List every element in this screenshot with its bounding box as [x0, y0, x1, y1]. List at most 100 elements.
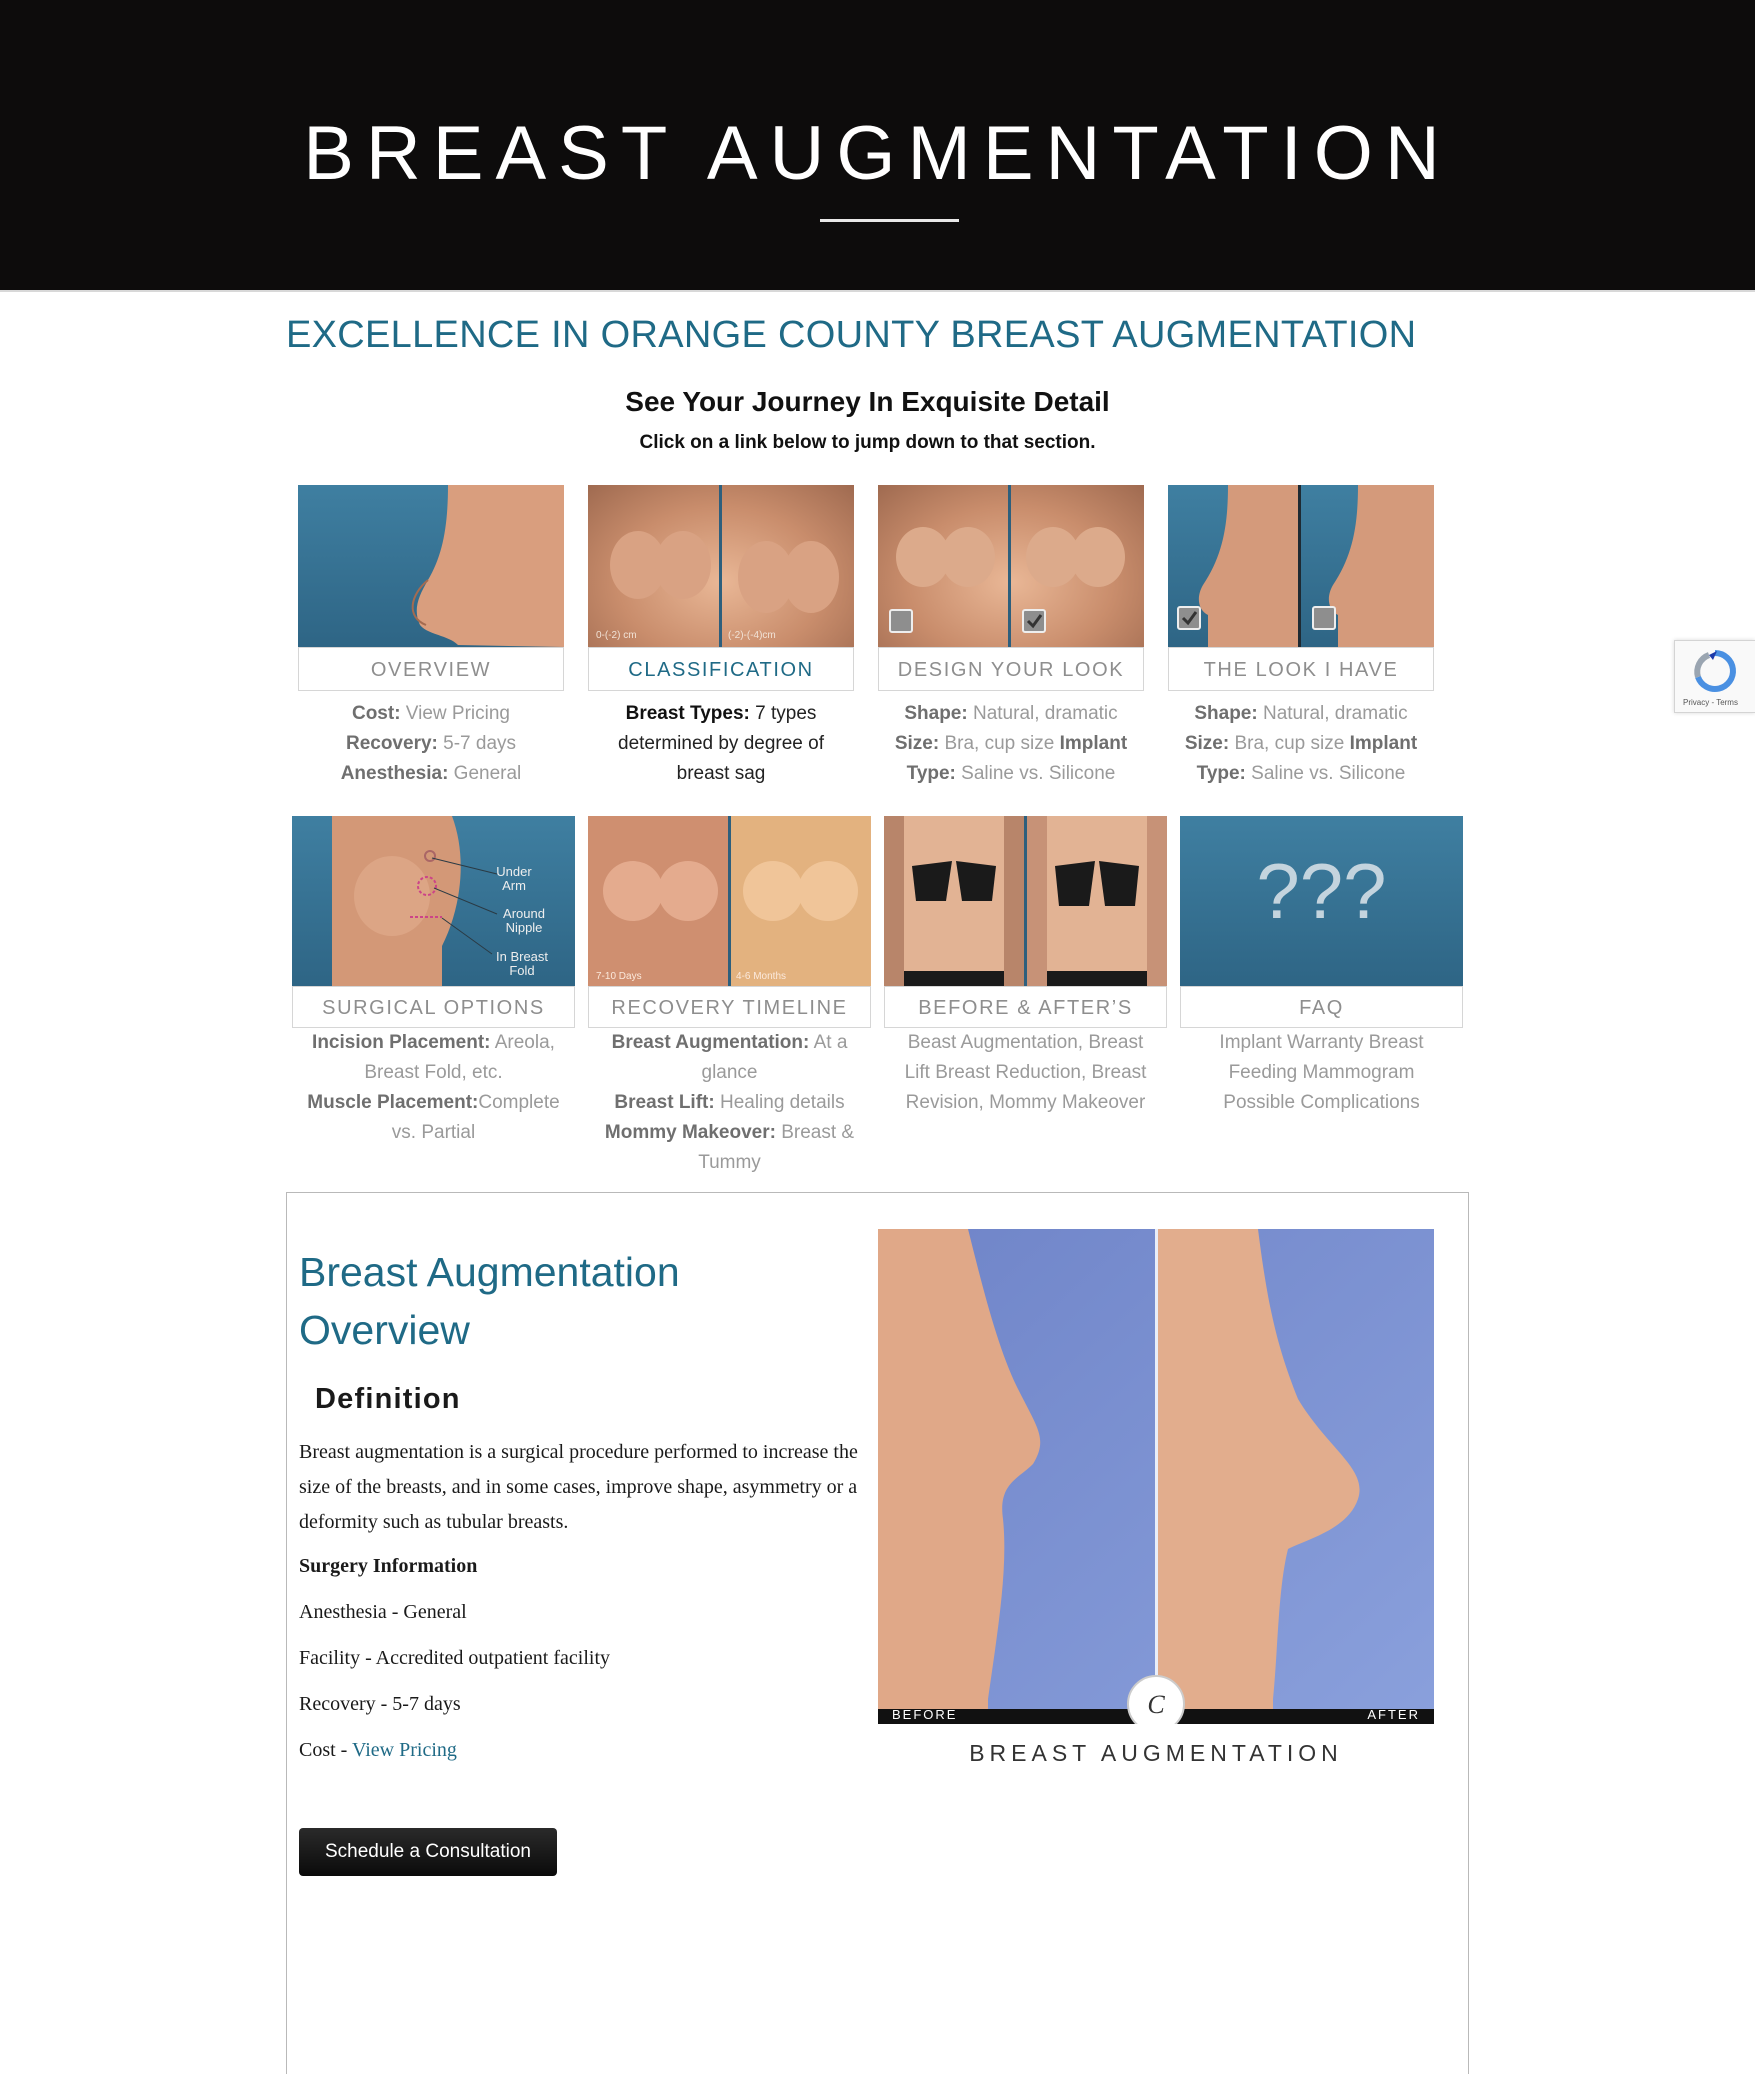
recaptcha-icon — [1694, 650, 1736, 692]
desc-value: Natural, dramatic — [1257, 703, 1408, 724]
section-heading: EXCELLENCE IN ORANGE COUNTY BREAST AUGME… — [286, 314, 1417, 356]
before-after-photo: BEFORE AFTER C — [878, 1229, 1434, 1724]
desc-key: Type: — [1196, 763, 1246, 784]
recovery-thumbnail[interactable]: 7-10 Days 4-6 Months — [588, 816, 871, 986]
card-desc-before-after: Beast Augmentation, Breast Lift Breast R… — [874, 1028, 1177, 1118]
desc-key: Muscle Placement: — [307, 1092, 479, 1113]
card-design-your-look[interactable]: DESIGN YOUR LOOK Shape: Natural, dramati… — [878, 485, 1144, 795]
journey-subtitle: Click on a link below to jump down to th… — [639, 432, 1096, 453]
bikini-illustration — [884, 816, 1167, 986]
hero-divider — [820, 219, 959, 222]
recaptcha-badge[interactable]: Privacy - Terms — [1674, 640, 1755, 713]
photo-caption-right: (-2)-(-4)cm — [728, 630, 776, 641]
overview-thumbnail[interactable] — [298, 485, 564, 647]
design-illustration — [889, 485, 1125, 647]
profile-illustration — [411, 485, 564, 647]
faq-thumbnail[interactable]: ??? — [1180, 816, 1463, 986]
card-label-before-after[interactable]: BEFORE & AFTER’S — [884, 986, 1167, 1028]
card-surgical-options[interactable]: Under Arm Around Nipple In Breast Fold S… — [292, 816, 575, 1178]
desc-value: Saline vs. Silicone — [955, 763, 1116, 784]
before-label: BEFORE — [892, 1707, 957, 1722]
annotation-under-arm: Under — [496, 864, 532, 879]
desc-key: Implant — [1349, 733, 1418, 754]
svg-text:Fold: Fold — [509, 963, 534, 978]
svg-text:Nipple: Nipple — [506, 920, 543, 935]
desc-key: Size: — [894, 733, 940, 754]
anesthesia-line: Anesthesia - General — [299, 1601, 467, 1623]
card-desc-recovery: Breast Augmentation: At a glance Breast … — [578, 1028, 881, 1178]
recovery-line: Recovery - 5-7 days — [299, 1693, 461, 1715]
desc-key: Recovery: — [345, 733, 438, 754]
before-after-thumbnail[interactable] — [884, 816, 1167, 986]
desc-value: Areola, — [490, 1032, 555, 1053]
card-desc-design: Shape: Natural, dramatic Size: Bra, cup … — [868, 699, 1154, 789]
look-thumbnail[interactable] — [1168, 485, 1434, 647]
look-illustration — [1177, 485, 1434, 647]
surgical-thumbnail[interactable]: Under Arm Around Nipple In Breast Fold — [292, 816, 575, 986]
desc-value: Healing details — [714, 1092, 845, 1113]
design-thumbnail[interactable] — [878, 485, 1144, 647]
surgical-illustration: Under Arm Around Nipple In Breast Fold — [332, 816, 548, 986]
desc-key: Shape: — [1194, 703, 1258, 724]
desc-value: At a — [809, 1032, 848, 1053]
question-marks-icon: ??? — [1256, 847, 1387, 935]
desc-value: Bra, cup size — [1229, 733, 1350, 754]
desc-key: Type: — [906, 763, 956, 784]
card-desc-overview: Cost: View Pricing Recovery: 5-7 days An… — [288, 699, 574, 789]
desc-value: General — [448, 763, 522, 784]
schedule-consultation-button[interactable]: Schedule a Consultation — [299, 1828, 557, 1876]
card-desc-surgical: Incision Placement: Areola, Breast Fold,… — [282, 1028, 585, 1148]
classification-thumbnail[interactable]: 0-(-2) cm (-2)-(-4)cm — [588, 485, 854, 647]
desc-value: Beast Augmentation, Breast — [907, 1032, 1144, 1053]
desc-value: Breast & — [775, 1122, 855, 1143]
photo-caption-right: 4-6 Months — [736, 971, 786, 982]
desc-key: Breast Augmentation: — [611, 1032, 810, 1053]
photo-caption-left: 7-10 Days — [596, 971, 642, 982]
definition-heading: Definition — [315, 1383, 461, 1415]
desc-key: Shape: — [904, 703, 968, 724]
card-label-recovery[interactable]: RECOVERY TIMELINE — [588, 986, 871, 1028]
desc-value: Revision, Mommy Makeover — [905, 1092, 1146, 1113]
recaptcha-links[interactable]: Privacy - Terms — [1683, 698, 1738, 707]
cost-line: Cost - View Pricing — [299, 1739, 457, 1762]
desc-value: breast sag — [676, 763, 766, 784]
unchecked-box-icon — [1312, 606, 1336, 630]
desc-value: Complete — [478, 1092, 560, 1113]
overview-title: Breast Augmentation Overview — [299, 1249, 680, 1353]
card-the-look-i-have[interactable]: THE LOOK I HAVE Shape: Natural, dramatic… — [1168, 485, 1434, 795]
card-label-overview[interactable]: OVERVIEW — [298, 647, 564, 691]
desc-value: glance — [701, 1062, 758, 1083]
checked-box-icon — [1022, 609, 1046, 633]
desc-value: Natural, dramatic — [967, 703, 1118, 724]
card-faq[interactable]: ??? FAQ Implant Warranty Breast Feeding … — [1180, 816, 1463, 1178]
photo-caption: BREAST AUGMENTATION — [969, 1740, 1343, 1766]
card-label-faq[interactable]: FAQ — [1180, 986, 1463, 1028]
card-label-design[interactable]: DESIGN YOUR LOOK — [878, 647, 1144, 691]
card-overview[interactable]: OVERVIEW Cost: View Pricing Recovery: 5-… — [298, 485, 564, 795]
card-label-look[interactable]: THE LOOK I HAVE — [1168, 647, 1434, 691]
photo-caption-left: 0-(-2) cm — [596, 630, 637, 641]
desc-key: Anesthesia: — [340, 763, 449, 784]
card-classification[interactable]: 0-(-2) cm (-2)-(-4)cm CLASSIFICATION Bre… — [588, 485, 854, 795]
desc-key: Breast Lift: — [614, 1092, 715, 1113]
card-label-classification[interactable]: CLASSIFICATION — [588, 647, 854, 691]
before-after-illustration: BEFORE AFTER C — [878, 1229, 1434, 1724]
card-recovery-timeline[interactable]: 7-10 Days 4-6 Months RECOVERY TIMELINE B… — [588, 816, 871, 1178]
desc-key: Cost: — [351, 703, 401, 724]
checked-box-icon — [1177, 606, 1201, 630]
desc-key: Breast Types: — [625, 703, 750, 724]
card-desc-classification: Breast Types: 7 types determined by degr… — [578, 699, 864, 789]
desc-link[interactable]: View Pricing — [401, 703, 510, 724]
card-label-surgical[interactable]: SURGICAL OPTIONS — [292, 986, 575, 1028]
view-pricing-link[interactable]: View Pricing — [352, 1739, 457, 1761]
desc-key: Incision Placement: — [312, 1032, 491, 1053]
after-label: AFTER — [1367, 1707, 1420, 1722]
desc-value: determined by degree of — [618, 733, 824, 754]
svg-text:C: C — [1147, 1690, 1165, 1719]
card-before-afters[interactable]: BEFORE & AFTER’S Beast Augmentation, Bre… — [884, 816, 1167, 1178]
hero-banner: BREAST AUGMENTATION — [0, 0, 1755, 292]
overview-panel: Breast Augmentation Overview Definition … — [286, 1192, 1469, 2074]
desc-value: Possible Complications — [1223, 1092, 1420, 1113]
desc-key: Implant — [1059, 733, 1128, 754]
annotation-around-nipple: Around — [503, 906, 545, 921]
